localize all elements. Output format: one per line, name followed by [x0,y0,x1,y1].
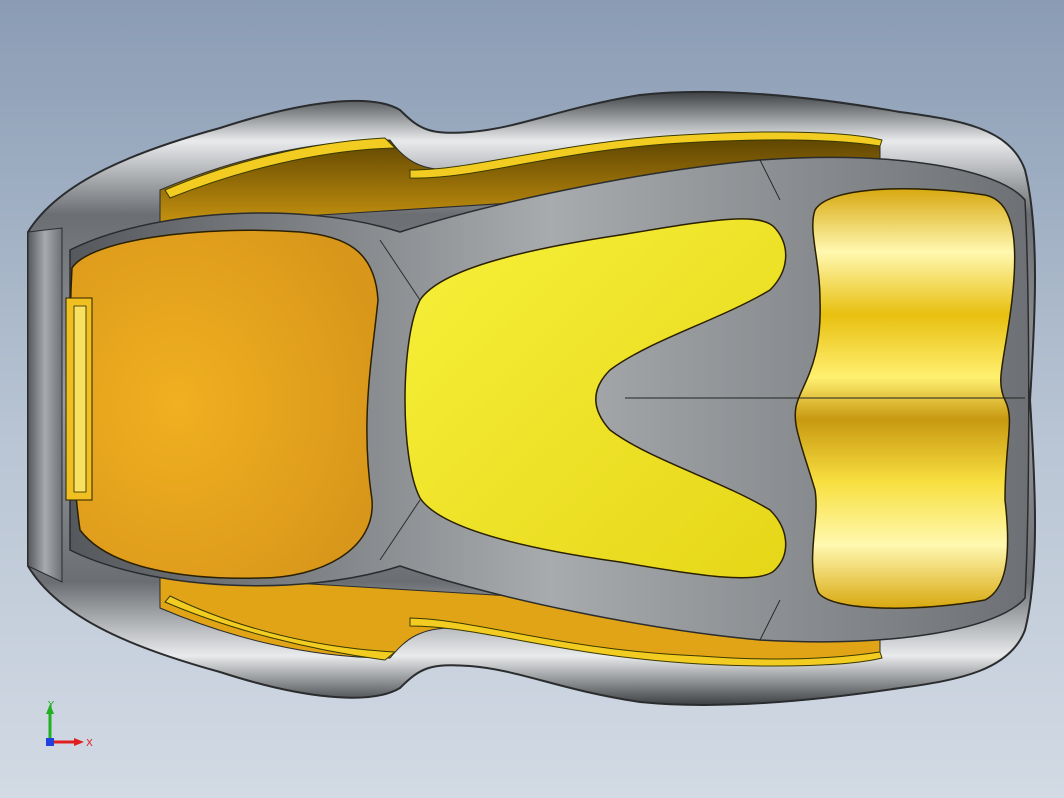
x-axis-label: X [86,738,93,749]
y-axis-label: Y [47,700,55,711]
x-arrow [74,738,84,746]
z-axis-marker [46,738,54,746]
3d-part-model[interactable] [0,0,1064,798]
left-pocket [69,229,379,579]
end-cap [27,227,63,583]
graphics-viewport[interactable]: Y X [0,0,1064,798]
coordinate-triad: Y X [46,700,93,749]
